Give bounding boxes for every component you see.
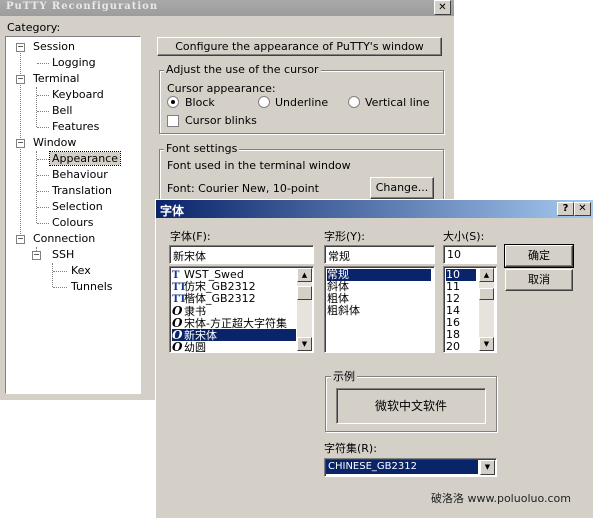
- opentype-icon: O: [172, 340, 183, 353]
- sample-preview: 微软中文软件: [336, 388, 486, 424]
- font-name-input[interactable]: 新宋体: [169, 245, 314, 264]
- tree-connector: [36, 151, 37, 223]
- tree-item-ssh[interactable]: SSH: [52, 248, 74, 261]
- font-style-list[interactable]: 常规 斜体 粗体 粗斜体: [324, 266, 435, 353]
- tree-item-logging[interactable]: Logging: [52, 56, 96, 69]
- panel-header: Configure the appearance of PuTTY's wind…: [157, 37, 442, 56]
- collapse-icon[interactable]: −: [16, 75, 25, 84]
- tree-connector: [37, 175, 49, 176]
- block-radio-label[interactable]: Block: [185, 96, 215, 109]
- tree-item-terminal[interactable]: Terminal: [33, 72, 80, 85]
- list-item[interactable]: O 隶书: [172, 305, 296, 318]
- tree-item-window[interactable]: Window: [33, 136, 76, 149]
- tree-item-appearance[interactable]: Appearance: [48, 151, 122, 166]
- font-list[interactable]: T WST_Swed TT仿宋_GB2312 TT楷体_GB2312 O 隶书 O宋…: [169, 266, 314, 353]
- tree-item-translation[interactable]: Translation: [52, 184, 112, 197]
- tree-connector: [37, 223, 49, 224]
- block-radio[interactable]: [167, 96, 179, 108]
- font-style-value: 常规: [328, 250, 350, 263]
- underline-radio[interactable]: [258, 96, 270, 108]
- tree-item-features[interactable]: Features: [52, 120, 99, 133]
- ok-button[interactable]: 确定: [504, 244, 574, 268]
- charset-label: 字符集(R):: [324, 442, 377, 455]
- list-item[interactable]: O 幼圆: [172, 340, 296, 353]
- cursor-blinks-checkbox[interactable]: [167, 115, 179, 127]
- collapse-icon[interactable]: −: [16, 43, 25, 52]
- scroll-thumb[interactable]: [479, 288, 494, 300]
- font-list-scrollbar[interactable]: ▲ ▼: [297, 268, 312, 351]
- category-tree[interactable]: − Session Logging − Terminal Keyboard Be…: [5, 36, 141, 394]
- list-item[interactable]: O 宋体-方正超大字符集: [172, 317, 296, 330]
- charset-value: CHINESE_GB2312: [326, 460, 478, 474]
- current-font-label: Font: Courier New, 10-point: [167, 182, 319, 195]
- font-settings-title: Font settings: [164, 142, 240, 155]
- category-label: Category:: [7, 21, 61, 34]
- cursor-appearance-label: Cursor appearance:: [167, 82, 276, 95]
- tree-item-kex[interactable]: Kex: [71, 264, 91, 277]
- cursor-group-title: Adjust the use of the cursor: [164, 63, 321, 76]
- underline-radio-label[interactable]: Underline: [275, 96, 328, 109]
- size-label: 大小(S):: [443, 230, 485, 243]
- style-label: 字形(Y):: [324, 230, 366, 243]
- scroll-up-icon[interactable]: ▲: [479, 268, 494, 282]
- list-item[interactable]: 20: [446, 341, 476, 353]
- size-list-scrollbar[interactable]: ▲ ▼: [479, 268, 494, 351]
- tree-item-session[interactable]: Session: [33, 40, 75, 53]
- cancel-button[interactable]: 取消: [505, 269, 573, 291]
- chevron-down-icon[interactable]: ▼: [480, 460, 495, 475]
- font-dialog-title: 字体: [160, 204, 185, 218]
- tree-item-tunnels[interactable]: Tunnels: [71, 280, 113, 293]
- window-title: PuTTY Reconfiguration: [6, 1, 159, 12]
- tree-connector: [52, 263, 53, 287]
- title-bar: PuTTY Reconfiguration ✕: [0, 0, 454, 16]
- tree-connector: [37, 127, 49, 128]
- scroll-down-icon[interactable]: ▼: [297, 337, 312, 351]
- vertical-line-radio-label[interactable]: Vertical line: [365, 96, 430, 109]
- font-name-value: 新宋体: [173, 250, 206, 263]
- tree-item-selection[interactable]: Selection: [52, 200, 103, 213]
- list-item-selected[interactable]: O 新宋体: [172, 329, 296, 342]
- font-size-value: 10: [447, 248, 461, 261]
- font-size-input[interactable]: 10: [443, 245, 497, 264]
- tree-item-connection[interactable]: Connection: [33, 232, 95, 245]
- tree-item-colours[interactable]: Colours: [52, 216, 93, 229]
- font-style-input[interactable]: 常规: [324, 245, 435, 264]
- font-used-label: Font used in the terminal window: [167, 159, 351, 172]
- tree-connector: [37, 63, 49, 64]
- tree-connector: [36, 87, 37, 127]
- tree-connector: [37, 191, 49, 192]
- collapse-icon[interactable]: −: [16, 139, 25, 148]
- tree-connector: [37, 111, 49, 112]
- cursor-blinks-label[interactable]: Cursor blinks: [185, 114, 257, 127]
- close-button[interactable]: ✕: [574, 202, 591, 216]
- vertical-line-radio[interactable]: [348, 96, 360, 108]
- font-size-list[interactable]: 10 11 12 14 16 18 20 ▲ ▼: [443, 266, 497, 353]
- watermark: 破洛洛 www.poluoluo.com: [431, 492, 571, 505]
- list-item[interactable]: 粗斜体: [327, 305, 431, 317]
- charset-select[interactable]: CHINESE_GB2312 ▼: [324, 458, 497, 477]
- tree-item-keyboard[interactable]: Keyboard: [52, 88, 104, 101]
- tree-connector: [53, 287, 67, 288]
- list-item[interactable]: TT楷体_GB2312: [172, 293, 296, 306]
- tree-connector: [37, 95, 49, 96]
- change-font-button[interactable]: Change...: [370, 177, 434, 199]
- sample-group-title: 示例: [331, 368, 357, 384]
- close-button[interactable]: ✕: [434, 0, 451, 15]
- help-button[interactable]: ?: [557, 202, 574, 216]
- collapse-icon[interactable]: −: [16, 235, 25, 244]
- scroll-up-icon[interactable]: ▲: [297, 268, 312, 282]
- scroll-thumb[interactable]: [297, 286, 312, 300]
- collapse-icon[interactable]: −: [32, 251, 41, 260]
- font-dialog: 字体 ? ✕ 字体(F): 新宋体 T WST_Swed TT仿宋_GB2312 …: [155, 199, 593, 518]
- font-label: 字体(F):: [170, 230, 211, 243]
- tree-connector: [37, 207, 49, 208]
- tree-connector: [53, 271, 67, 272]
- tree-item-bell[interactable]: Bell: [52, 104, 72, 117]
- font-dialog-title-bar: 字体 ? ✕: [156, 200, 593, 218]
- tree-item-behaviour[interactable]: Behaviour: [52, 168, 108, 181]
- tree-connector: [37, 159, 49, 160]
- scroll-down-icon[interactable]: ▼: [479, 337, 494, 351]
